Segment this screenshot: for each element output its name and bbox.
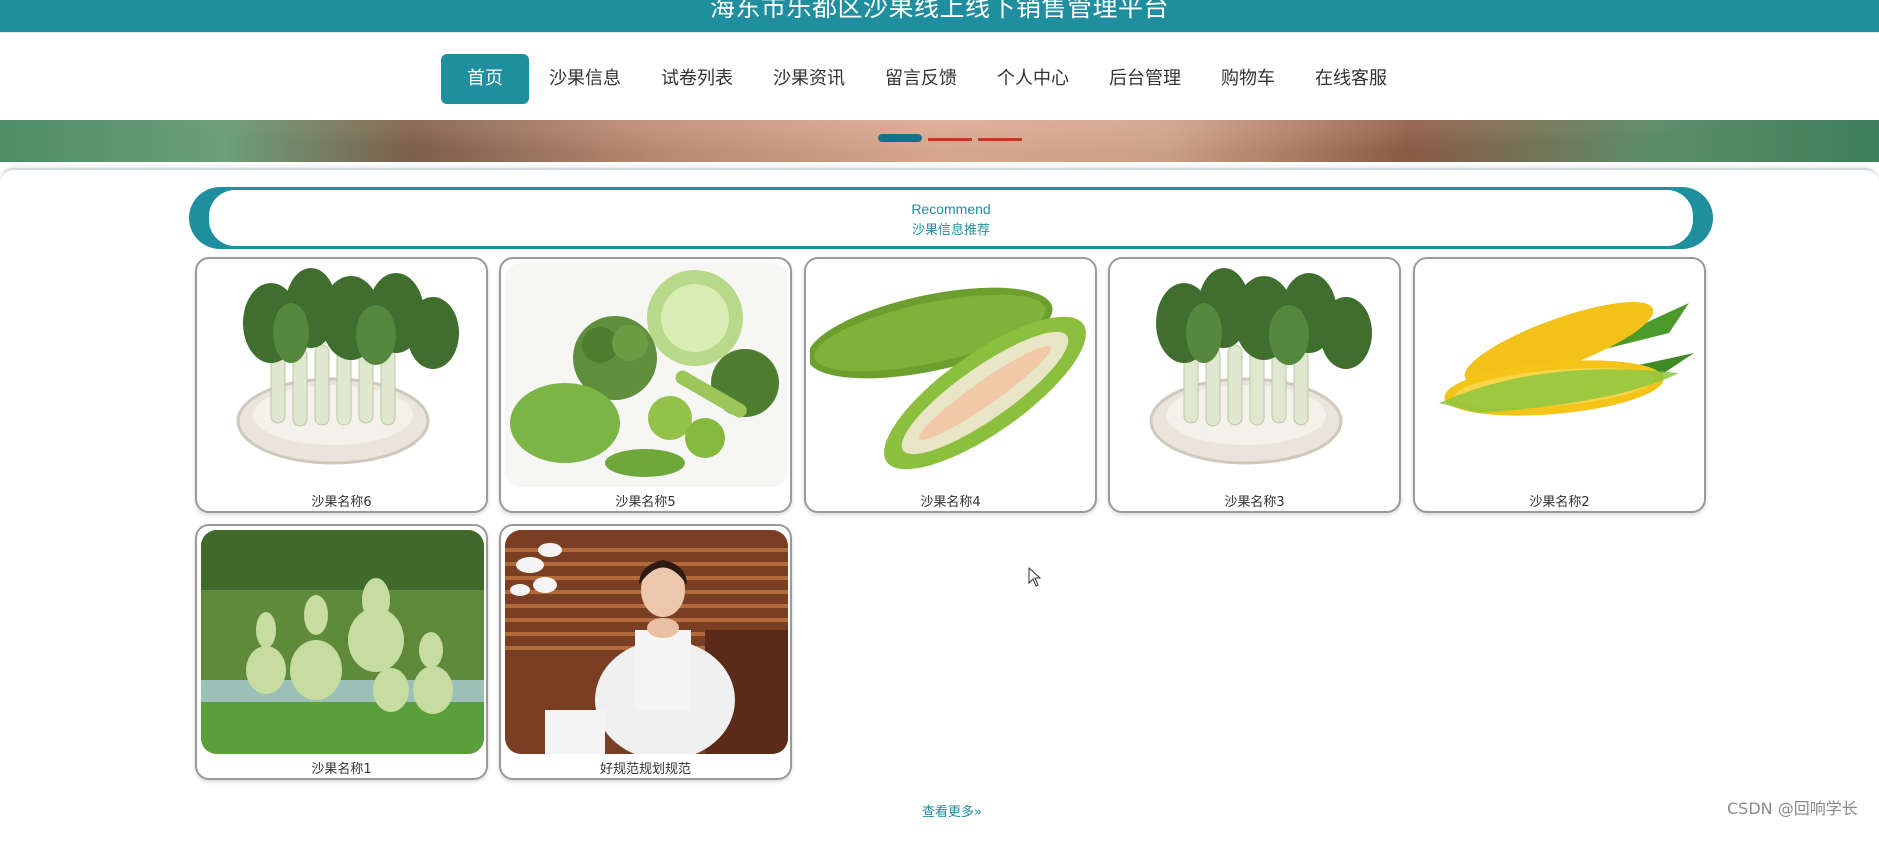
main-navigation: 首页 沙果信息 试卷列表 沙果资讯 留言反馈 个人中心 后台管理 购物车 在线客… [0, 32, 1879, 121]
carousel-dot-3[interactable] [978, 138, 1022, 141]
site-header: 海东市乐都区沙果线上线下销售管理平台 [0, 0, 1879, 32]
product-name: 好规范规划规范 [599, 762, 691, 777]
gourd-vine-image [201, 530, 484, 754]
product-name: 沙果名称2 [1529, 495, 1590, 510]
nav-item-personal-center[interactable]: 个人中心 [977, 54, 1089, 104]
nav-item-exam-list[interactable]: 试卷列表 [641, 54, 753, 104]
product-card[interactable]: 沙果名称3 [1108, 257, 1401, 513]
product-name: 沙果名称4 [920, 495, 981, 510]
mixed-vegetables-image [505, 263, 788, 487]
nav-item-fruit-info[interactable]: 沙果信息 [529, 54, 641, 104]
product-name: 沙果名称6 [311, 495, 372, 510]
nav-list: 首页 沙果信息 试卷列表 沙果资讯 留言反馈 个人中心 后台管理 购物车 在线客… [441, 53, 1407, 105]
recommend-header-inner: Recommend 沙果信息推荐 [209, 190, 1693, 246]
product-card[interactable]: 沙果名称4 [804, 257, 1097, 513]
nav-item-cart[interactable]: 购物车 [1201, 54, 1295, 104]
product-card[interactable]: 沙果名称5 [499, 257, 792, 513]
product-name: 沙果名称5 [615, 495, 676, 510]
banner-carousel[interactable] [0, 120, 1879, 162]
nav-item-fruit-news[interactable]: 沙果资讯 [753, 54, 865, 104]
site-title: 海东市乐都区沙果线上线下销售管理平台 [709, 0, 1169, 22]
carousel-dot-2[interactable] [928, 138, 972, 141]
recommend-section-header: Recommend 沙果信息推荐 [189, 187, 1713, 249]
product-card[interactable]: 沙果名称6 [195, 257, 488, 513]
recommend-title-cn: 沙果信息推荐 [911, 223, 990, 238]
nav-item-online-service[interactable]: 在线客服 [1295, 54, 1407, 104]
product-name: 沙果名称1 [311, 762, 372, 777]
carousel-indicators [878, 134, 1022, 142]
carousel-dot-1[interactable] [878, 134, 922, 142]
watermark: CSDN @回响学长 [1727, 799, 1858, 818]
nav-item-admin[interactable]: 后台管理 [1089, 54, 1201, 104]
bok-choy-plate-image [201, 263, 484, 487]
bitter-melon-image [810, 263, 1093, 487]
nav-item-feedback[interactable]: 留言反馈 [865, 54, 977, 104]
nav-item-home[interactable]: 首页 [441, 54, 529, 104]
bok-choy-plate-image [1114, 263, 1397, 487]
product-name: 沙果名称3 [1224, 495, 1285, 510]
mouse-cursor-icon [1028, 567, 1042, 587]
product-card[interactable]: 沙果名称2 [1413, 257, 1706, 513]
woman-portrait-image [505, 530, 788, 754]
recommend-title-en: Recommend [911, 201, 991, 217]
corn-image [1419, 263, 1702, 487]
view-more-link[interactable]: 查看更多» [880, 801, 1024, 820]
product-card[interactable]: 沙果名称1 [195, 524, 488, 780]
product-card[interactable]: 好规范规划规范 [499, 524, 792, 780]
